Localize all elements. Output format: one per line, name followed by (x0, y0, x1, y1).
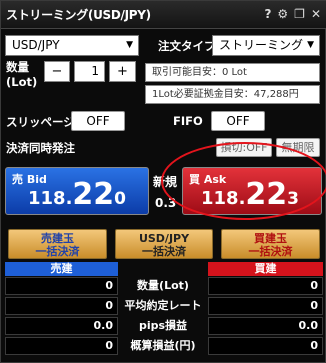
close-icon[interactable]: ✕ (311, 7, 321, 21)
settle-order-label: 決済同時発注 (6, 141, 75, 155)
bid-price-big: 22 (72, 177, 115, 212)
order-type-label: 注文タイプ (158, 39, 216, 53)
pair-close-all-button[interactable]: USD/JPY 一括決済 (115, 229, 213, 259)
sell-close-line2: 一括決済 (35, 245, 80, 258)
chevron-down-icon: ▼ (307, 40, 314, 50)
spread-value: 0.3 (155, 196, 177, 210)
sell-avg-rate-value: 0 (5, 297, 118, 315)
ask-price-small: 118. (201, 188, 246, 209)
sell-pnl-value: 0 (5, 337, 118, 355)
bid-price-small: 118. (28, 188, 73, 209)
quantity-label-line1: 数量 (6, 60, 29, 74)
row-label-quantity: 数量(Lot) (137, 279, 189, 292)
bid-price: 118.220 (28, 177, 126, 212)
pair-close-line1: USD/JPY (138, 232, 190, 245)
row-label-pips: pips損益 (138, 319, 188, 332)
quantity-label-line2: (Lot) (6, 75, 38, 89)
quantity-input[interactable]: 1 (74, 61, 105, 82)
buy-avg-rate-value: 0 (208, 297, 323, 315)
quantity-plus-button[interactable]: + (109, 61, 136, 82)
ask-price: 118.223 (201, 177, 299, 212)
symbol-select-value: USD/JPY (12, 38, 60, 52)
tradable-lot-info: 取引可能目安：0 Lot (145, 63, 320, 82)
restore-icon[interactable]: ❐ (294, 7, 305, 21)
bid-price-minor: 0 (114, 189, 127, 209)
chevron-down-icon: ▼ (126, 40, 133, 50)
buy-close-line2: 一括決済 (248, 245, 293, 258)
fifo-label: FIFO (173, 114, 203, 128)
pair-close-line2: 一括決済 (142, 245, 186, 258)
title-bar[interactable]: ストリーミング(USD/JPY) ? ⚙ ❐ ✕ (1, 1, 326, 29)
expiry-button[interactable]: 無期限 (276, 138, 320, 157)
sell-positions-header: 売建 (5, 262, 118, 276)
slippage-label: スリッページ (6, 115, 75, 129)
buy-pnl-value: 0 (208, 337, 323, 355)
required-margin-info: 1Lot必要証拠金目安：47,288円 (145, 85, 320, 104)
order-type-select-value: ストリーミング (219, 38, 304, 52)
sell-close-line1: 売建玉 (41, 232, 74, 245)
ask-buy-button[interactable]: 買 Ask 118.223 (182, 167, 322, 215)
order-type-select[interactable]: ストリーミング ▼ (212, 35, 320, 56)
slippage-toggle[interactable]: OFF (71, 111, 125, 131)
buy-positions-close-all-button[interactable]: 買建玉 一括決済 (221, 229, 320, 259)
sell-pips-value: 0.0 (5, 317, 118, 335)
sell-positions-close-all-button[interactable]: 売建玉 一括決済 (8, 229, 107, 259)
title-bar-controls: ? ⚙ ❐ ✕ (264, 7, 321, 21)
ask-price-big: 22 (245, 177, 288, 212)
buy-close-line1: 買建玉 (254, 232, 287, 245)
window-title: ストリーミング(USD/JPY) (6, 8, 151, 22)
sell-quantity-value: 0 (5, 277, 118, 295)
fifo-toggle[interactable]: OFF (211, 111, 265, 131)
ask-price-minor: 3 (287, 189, 300, 209)
help-icon[interactable]: ? (264, 7, 271, 21)
buy-pips-value: 0.0 (208, 317, 323, 335)
stop-loss-button[interactable]: 損切:OFF (216, 138, 272, 157)
streaming-window: ストリーミング(USD/JPY) ? ⚙ ❐ ✕ USD/JPY ▼ 注文タイプ… (0, 0, 326, 363)
spread-label: 新規 (153, 175, 178, 189)
quantity-minus-button[interactable]: − (44, 61, 70, 82)
quantity-label: 数量 (Lot) (6, 60, 37, 90)
buy-quantity-value: 0 (208, 277, 323, 295)
row-label-pnl: 概算損益(円) (130, 339, 196, 352)
bid-sell-button[interactable]: 売 Bid 118.220 (5, 167, 149, 215)
buy-positions-header: 買建 (208, 262, 323, 276)
symbol-select[interactable]: USD/JPY ▼ (5, 35, 139, 56)
row-label-avg-rate: 平均約定レート (124, 299, 202, 312)
gear-icon[interactable]: ⚙ (277, 7, 288, 21)
